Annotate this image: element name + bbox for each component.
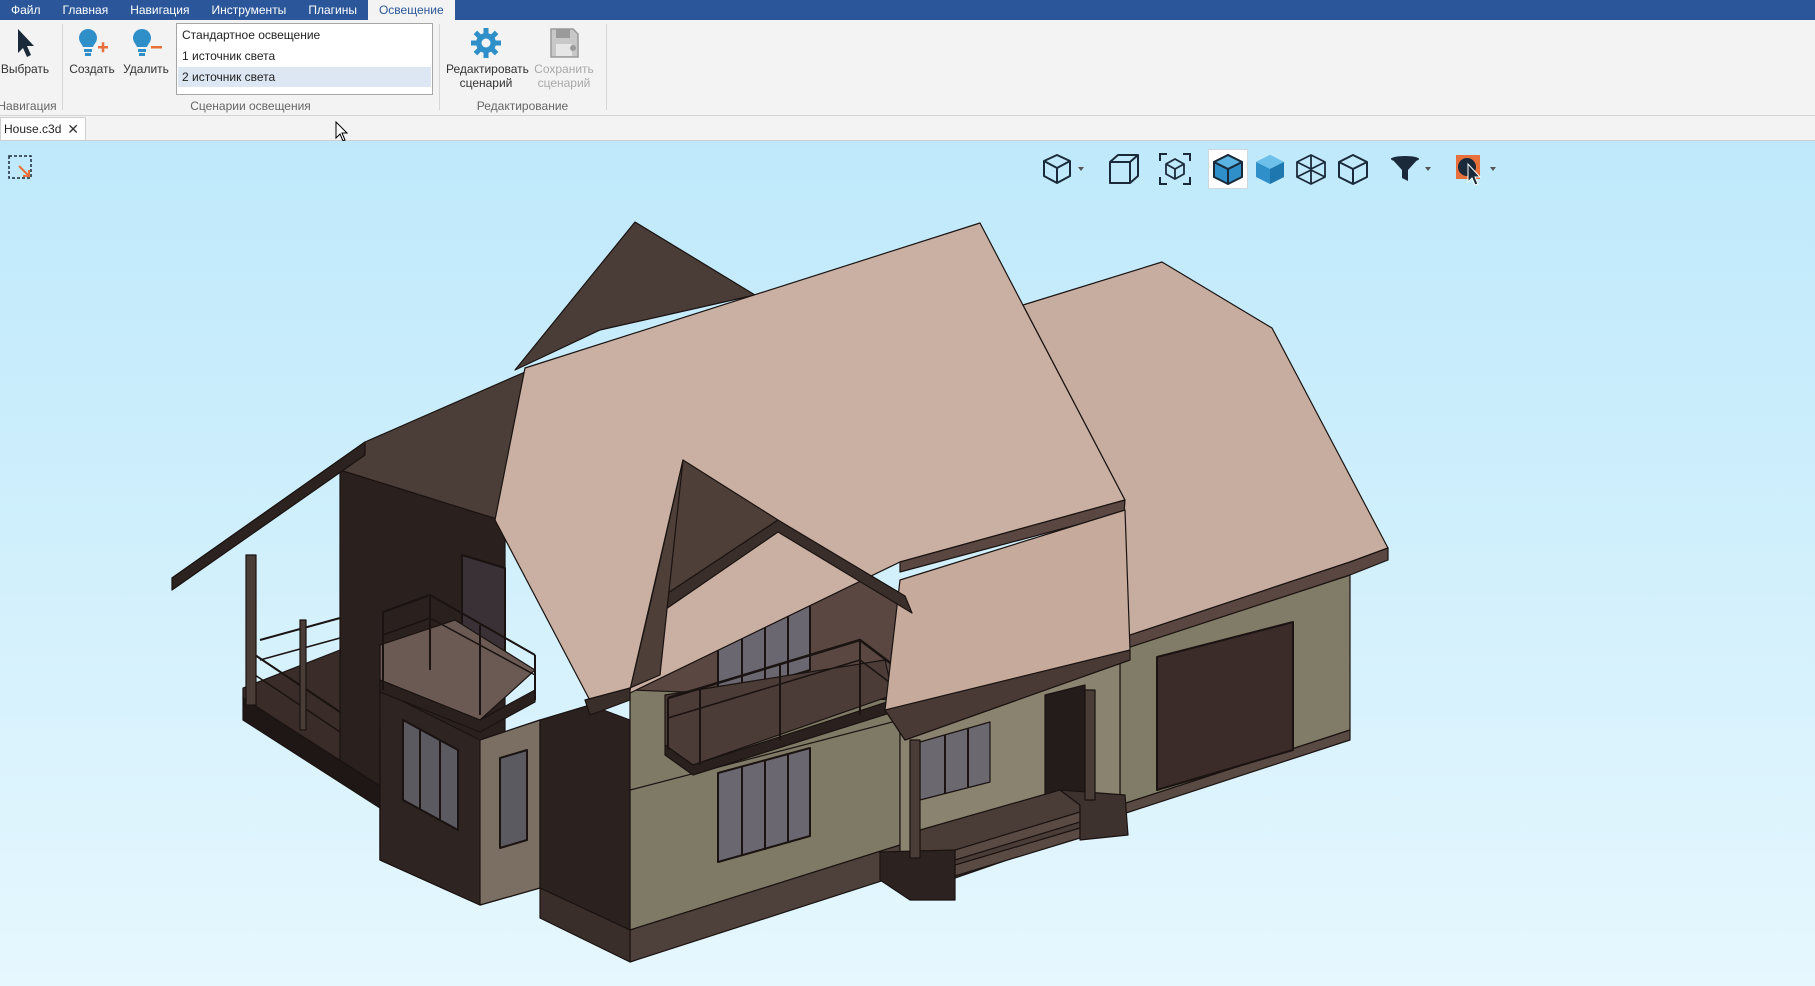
menu-tools[interactable]: Инструменты <box>200 0 297 20</box>
edit-scenario-label-2: сценарий <box>459 76 513 90</box>
pointer-icon <box>0 24 50 62</box>
create-button[interactable]: Создать <box>67 24 117 76</box>
scenario-item-two-lights[interactable]: 2 источник света <box>178 67 431 87</box>
save-scenario-button[interactable]: Сохранить сценарий <box>528 24 600 90</box>
menu-home[interactable]: Главная <box>52 0 120 20</box>
group-label-editing: Редактирование <box>476 99 569 113</box>
select-label: Выбрать <box>0 62 50 76</box>
scenario-item-standard[interactable]: Стандартное освещение <box>178 25 431 45</box>
ribbon: Выбрать Навигация Создать Удалить Станда… <box>0 20 1815 116</box>
save-icon <box>528 24 600 62</box>
menu-navigation[interactable]: Навигация <box>119 0 200 20</box>
bulb-add-icon <box>67 24 117 62</box>
save-scenario-label-1: Сохранить <box>534 62 594 76</box>
document-tab[interactable]: House.c3d ✕ <box>0 117 86 140</box>
group-label-navigation: Навигация <box>0 99 57 113</box>
menu-plugins[interactable]: Плагины <box>297 0 368 20</box>
delete-label: Удалить <box>123 62 169 76</box>
3d-viewport[interactable] <box>0 141 1815 986</box>
menu-lighting[interactable]: Освещение <box>367 0 455 20</box>
document-tab-bar: House.c3d ✕ <box>0 116 1815 141</box>
scenario-item-one-light[interactable]: 1 источник света <box>178 46 431 66</box>
gear-icon <box>446 24 526 62</box>
select-button[interactable]: Выбрать <box>0 24 50 76</box>
house-3d-model[interactable] <box>0 141 1815 986</box>
ribbon-group-navigation: Выбрать Навигация <box>0 20 62 115</box>
menu-file[interactable]: Файл <box>0 0 52 20</box>
menu-bar: Файл Главная Навигация Инструменты Плаги… <box>0 0 1815 20</box>
bulb-remove-icon <box>121 24 171 62</box>
close-icon[interactable]: ✕ <box>67 118 79 140</box>
ribbon-group-scenarios: Создать Удалить Стандартное освещение 1 … <box>63 20 438 115</box>
edit-scenario-button[interactable]: Редактировать сценарий <box>446 24 529 90</box>
delete-button[interactable]: Удалить <box>121 24 171 76</box>
group-label-scenarios: Сценарии освещения <box>190 99 311 113</box>
ribbon-separator <box>606 24 607 110</box>
document-tab-title: House.c3d <box>4 122 62 136</box>
ribbon-group-editing: Редактировать сценарий Сохранить сценари… <box>440 20 605 115</box>
lighting-scenario-list[interactable]: Стандартное освещение 1 источник света 2… <box>176 23 433 95</box>
create-label: Создать <box>69 62 115 76</box>
save-scenario-label-2: сценарий <box>537 76 591 90</box>
edit-scenario-label-1: Редактировать <box>446 62 529 76</box>
